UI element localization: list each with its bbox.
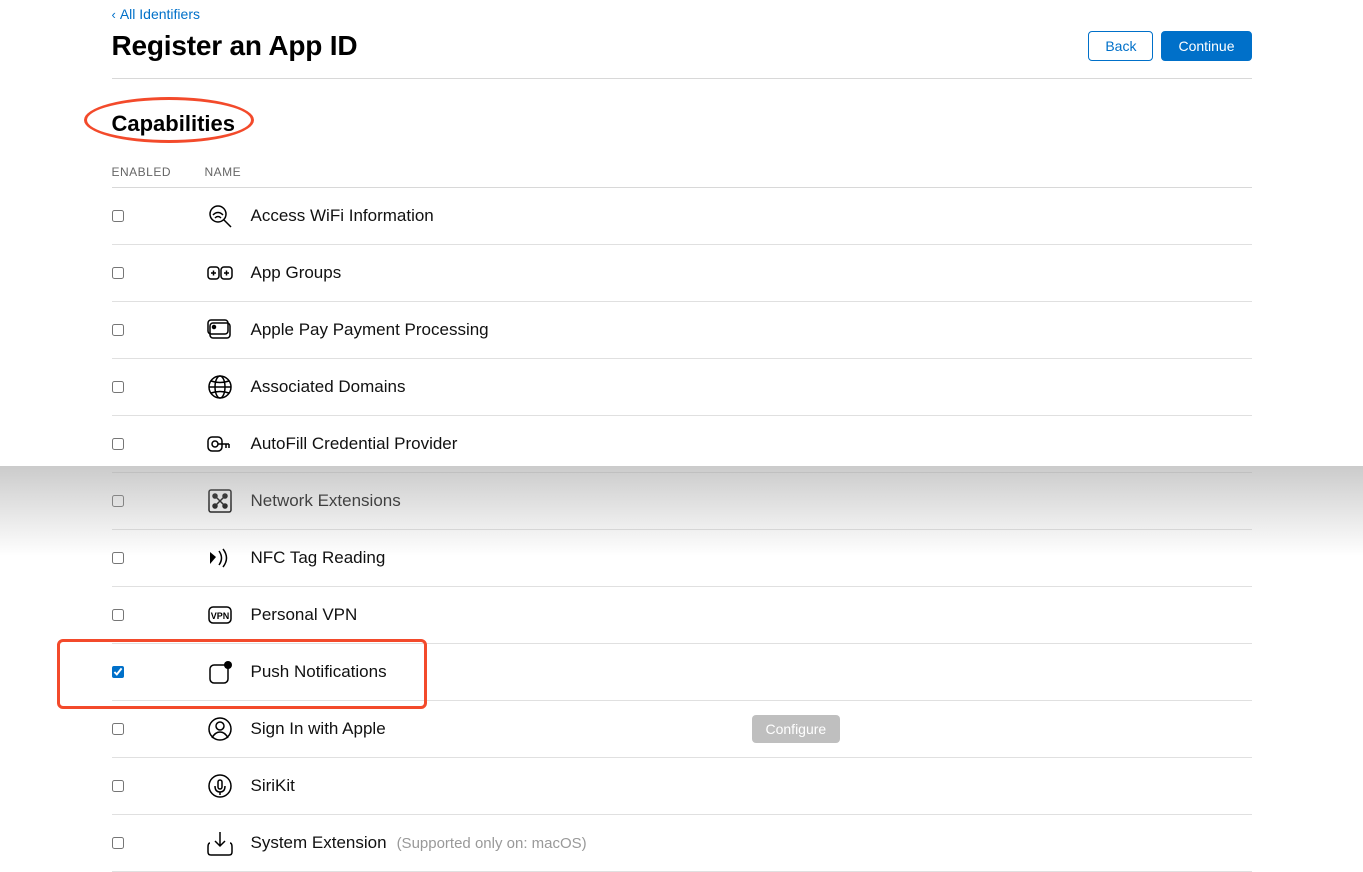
section-title: Capabilities (112, 111, 1252, 137)
capability-name-label: Personal VPN (251, 605, 358, 625)
capability-name-label: App Groups (251, 263, 342, 283)
capability-checkbox-system-ext[interactable] (112, 837, 124, 849)
capability-checkbox-sirikit[interactable] (112, 780, 124, 792)
capability-enabled-cell (112, 438, 205, 450)
wallet-icon (205, 315, 251, 345)
capability-checkbox-nfc[interactable] (112, 552, 124, 564)
capability-row-app-groups: App Groups (112, 245, 1252, 302)
capability-checkbox-apple-pay[interactable] (112, 324, 124, 336)
push-icon (205, 657, 251, 687)
capability-name-label: Push Notifications (251, 662, 387, 682)
capability-name-cell: Associated Domains (251, 377, 752, 397)
section-title-wrap: Capabilities (112, 79, 1252, 165)
col-enabled-header: ENABLED (112, 165, 205, 179)
header-buttons: Back Continue (1088, 31, 1251, 61)
vpn-icon (205, 600, 251, 630)
capability-checkbox-network-ext[interactable] (112, 495, 124, 507)
person-icon (205, 714, 251, 744)
capability-enabled-cell (112, 210, 205, 222)
network-icon (205, 486, 251, 516)
back-link-label: All Identifiers (120, 6, 200, 22)
capability-name-cell: Personal VPN (251, 605, 752, 625)
capability-enabled-cell (112, 609, 205, 621)
capability-name-cell: Push Notifications (251, 662, 752, 682)
capability-row-apple-pay: Apple Pay Payment Processing (112, 302, 1252, 359)
key-icon (205, 429, 251, 459)
capability-enabled-cell (112, 381, 205, 393)
capability-enabled-cell (112, 552, 205, 564)
back-to-identifiers-link[interactable]: ‹ All Identifiers (112, 0, 201, 30)
capability-enabled-cell (112, 666, 205, 678)
capability-row-autofill: AutoFill Credential Provider (112, 416, 1252, 473)
capability-enabled-cell (112, 723, 205, 735)
capability-name-cell: System Extension (Supported only on: macO… (251, 833, 752, 853)
capability-action-cell: Configure (752, 715, 1252, 743)
continue-button[interactable]: Continue (1161, 31, 1251, 61)
capability-row-sirikit: SiriKit (112, 758, 1252, 815)
page-header: Register an App ID Back Continue (112, 30, 1252, 79)
capability-row-system-ext: System Extension (Supported only on: macO… (112, 815, 1252, 872)
capabilities-list: Access WiFi Information App Groups Apple P… (112, 188, 1252, 872)
col-name-header: NAME (205, 165, 1252, 179)
capability-row-sign-in-apple: Sign In with Apple Configure (112, 701, 1252, 758)
capability-enabled-cell (112, 324, 205, 336)
capability-name-label: SiriKit (251, 776, 295, 796)
capability-row-network-ext: Network Extensions (112, 473, 1252, 530)
capability-name-label: AutoFill Credential Provider (251, 434, 458, 454)
chevron-left-icon: ‹ (112, 7, 116, 22)
page-title: Register an App ID (112, 30, 358, 62)
capability-name-cell: NFC Tag Reading (251, 548, 752, 568)
capability-name-label: System Extension (251, 833, 387, 853)
capability-checkbox-app-groups[interactable] (112, 267, 124, 279)
capability-checkbox-autofill[interactable] (112, 438, 124, 450)
nfc-icon (205, 543, 251, 573)
capability-name-cell: Access WiFi Information (251, 206, 752, 226)
capability-name-cell: Apple Pay Payment Processing (251, 320, 752, 340)
wifi-search-icon (205, 201, 251, 231)
capability-name-label: Apple Pay Payment Processing (251, 320, 489, 340)
mic-icon (205, 771, 251, 801)
capability-checkbox-access-wifi[interactable] (112, 210, 124, 222)
globe-icon (205, 372, 251, 402)
capability-checkbox-sign-in-apple[interactable] (112, 723, 124, 735)
capability-name-label: NFC Tag Reading (251, 548, 386, 568)
capability-checkbox-associated-domains[interactable] (112, 381, 124, 393)
capability-name-cell: AutoFill Credential Provider (251, 434, 752, 454)
capability-name-label: Sign In with Apple (251, 719, 386, 739)
capability-name-cell: Network Extensions (251, 491, 752, 511)
capability-enabled-cell (112, 780, 205, 792)
capability-note: (Supported only on: macOS) (397, 835, 587, 852)
capability-name-label: Network Extensions (251, 491, 401, 511)
configure-button-sign-in-apple[interactable]: Configure (752, 715, 841, 743)
capability-row-push: Push Notifications (112, 644, 1252, 701)
capability-enabled-cell (112, 495, 205, 507)
capability-checkbox-push[interactable] (112, 666, 124, 678)
download-icon (205, 828, 251, 858)
table-header: ENABLED NAME (112, 165, 1252, 188)
capability-row-associated-domains: Associated Domains (112, 359, 1252, 416)
capability-name-label: Access WiFi Information (251, 206, 434, 226)
groups-icon (205, 258, 251, 288)
capability-row-nfc: NFC Tag Reading (112, 530, 1252, 587)
capability-name-label: Associated Domains (251, 377, 406, 397)
back-button[interactable]: Back (1088, 31, 1153, 61)
capability-checkbox-personal-vpn[interactable] (112, 609, 124, 621)
capability-row-personal-vpn: Personal VPN (112, 587, 1252, 644)
capability-enabled-cell (112, 837, 205, 849)
capability-enabled-cell (112, 267, 205, 279)
capability-name-cell: App Groups (251, 263, 752, 283)
capability-row-access-wifi: Access WiFi Information (112, 188, 1252, 245)
capability-name-cell: SiriKit (251, 776, 752, 796)
capability-name-cell: Sign In with Apple (251, 719, 752, 739)
